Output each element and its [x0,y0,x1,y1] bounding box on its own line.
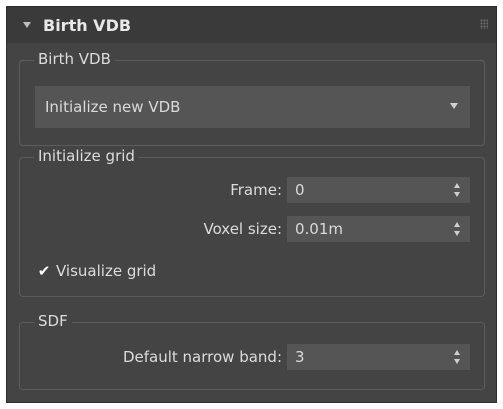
collapse-arrow-icon[interactable] [23,22,31,28]
rollout-header[interactable]: Birth VDB [7,7,496,43]
birth-mode-dropdown[interactable]: Initialize new VDB [35,86,470,128]
group-title-sdf: SDF [34,312,72,330]
frame-spinner[interactable]: 0 [287,177,470,203]
dropdown-value: Initialize new VDB [45,98,181,116]
spin-up-icon[interactable] [454,183,460,188]
narrow-band-value[interactable]: 3 [295,348,305,366]
frame-row: Frame: [230,177,282,203]
grip-dots-icon[interactable] [480,19,488,29]
visualize-grid-label[interactable]: Visualize grid [56,262,156,280]
chevron-down-icon[interactable] [450,103,458,109]
spinner-arrows-icon[interactable] [454,183,462,197]
spinner-arrows-icon[interactable] [454,350,462,364]
spin-down-icon[interactable] [454,359,460,364]
voxel-size-value[interactable]: 0.01m [295,220,343,238]
spinner-arrows-icon[interactable] [454,222,462,236]
narrow-band-row: Default narrow band: [123,344,282,370]
voxel-size-spinner[interactable]: 0.01m [287,216,470,242]
initialize-grid-group: Initialize grid Frame: 0 Voxel size: 0.0… [19,147,485,297]
sdf-group: SDF Default narrow band: 3 [19,312,485,390]
checkmark-icon[interactable]: ✔ [36,262,52,280]
frame-value[interactable]: 0 [295,181,305,199]
visualize-grid-checkbox-row[interactable]: ✔ Visualize grid [36,262,157,280]
group-title-birth-vdb: Birth VDB [34,50,115,68]
voxel-size-row: Voxel size: [203,216,282,242]
spin-down-icon[interactable] [454,231,460,236]
spin-up-icon[interactable] [454,222,460,227]
rollout-title: Birth VDB [43,15,132,35]
birth-vdb-group: Birth VDB Initialize new VDB [19,50,485,146]
voxel-size-label: Voxel size: [203,220,282,238]
spin-up-icon[interactable] [454,350,460,355]
group-title-initialize-grid: Initialize grid [34,147,139,165]
narrow-band-spinner[interactable]: 3 [287,344,470,370]
frame-label: Frame: [230,181,282,199]
narrow-band-label: Default narrow band: [122,348,282,366]
spin-down-icon[interactable] [454,192,460,197]
